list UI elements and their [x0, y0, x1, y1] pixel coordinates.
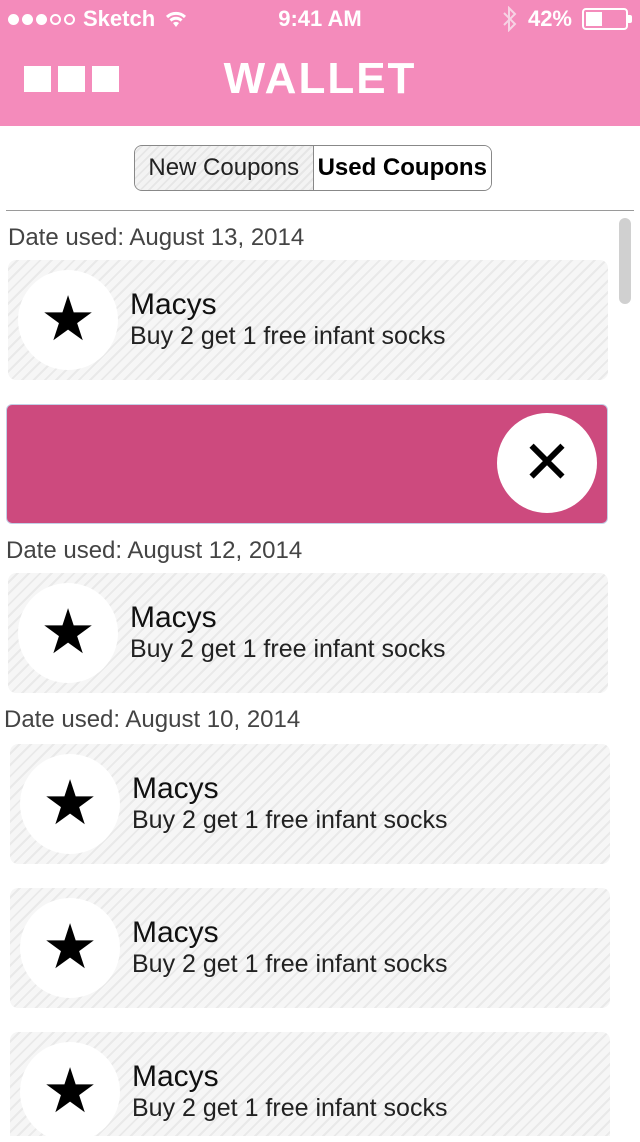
battery-icon: [582, 8, 632, 30]
date-used-label: Date used: August 12, 2014: [6, 537, 303, 564]
signal-dot: [22, 13, 33, 25]
coupon-store: Macys: [132, 916, 219, 949]
star-icon: ★: [42, 1057, 98, 1126]
tab-new-coupons[interactable]: New Coupons: [135, 146, 313, 190]
coupon-icon-circle: ★: [20, 1042, 120, 1142]
scrollbar[interactable]: [619, 218, 631, 304]
carrier-name: Sketch: [83, 6, 156, 31]
battery-fill: [586, 12, 602, 26]
star-icon: ★: [40, 285, 96, 354]
coupon-card[interactable]: ★ Macys Buy 2 get 1 free infant socks: [10, 744, 610, 864]
coupon-offer: Buy 2 get 1 free infant socks: [132, 1094, 448, 1122]
coupon-icon-circle: ★: [18, 270, 118, 370]
coupon-card[interactable]: ★ Macys Buy 2 get 1 free infant socks: [10, 1032, 610, 1142]
status-left: Sketch: [8, 6, 189, 32]
star-icon: ★: [42, 913, 98, 982]
date-used-label: Date used: August 10, 2014: [4, 706, 301, 733]
coupon-store: Macys: [130, 288, 217, 321]
status-right: 42%: [502, 6, 632, 32]
coupon-store: Macys: [132, 1060, 219, 1093]
signal-dot: [50, 13, 61, 25]
coupon-offer: Buy 2 get 1 free infant socks: [132, 806, 448, 834]
swiped-coupon-delete-row[interactable]: ✕: [6, 404, 608, 524]
delete-button[interactable]: ✕: [497, 413, 597, 513]
coupon-icon-circle: ★: [20, 898, 120, 998]
header-bar: Sketch 9:41 AM 42% WALLET: [0, 0, 640, 126]
bluetooth-icon: [503, 6, 517, 32]
close-icon: ✕: [521, 429, 573, 496]
divider: [6, 210, 634, 211]
signal-strength-icon: [8, 13, 75, 25]
coupon-offer: Buy 2 get 1 free infant socks: [130, 322, 446, 350]
coupon-type-segmented-control: New Coupons Used Coupons: [134, 145, 492, 191]
coupon-card[interactable]: ★ Macys Buy 2 get 1 free infant socks: [8, 260, 608, 380]
coupon-store: Macys: [132, 772, 219, 805]
signal-dot: [64, 13, 75, 25]
status-bar: Sketch 9:41 AM 42%: [0, 0, 640, 40]
battery-percent: 42%: [527, 6, 572, 31]
coupon-store: Macys: [130, 601, 217, 634]
star-icon: ★: [40, 598, 96, 667]
coupon-offer: Buy 2 get 1 free infant socks: [132, 950, 448, 978]
signal-dot: [36, 13, 47, 25]
star-icon: ★: [42, 769, 98, 838]
tab-used-coupons[interactable]: Used Coupons: [312, 146, 491, 190]
wifi-icon: [166, 11, 187, 27]
coupon-offer: Buy 2 get 1 free infant socks: [130, 635, 446, 663]
coupon-icon-circle: ★: [20, 754, 120, 854]
coupon-card[interactable]: ★ Macys Buy 2 get 1 free infant socks: [8, 573, 608, 693]
coupon-card[interactable]: ★ Macys Buy 2 get 1 free infant socks: [10, 888, 610, 1008]
date-used-label: Date used: August 13, 2014: [8, 224, 305, 251]
signal-dot: [8, 13, 19, 25]
coupon-icon-circle: ★: [18, 583, 118, 683]
page-title: WALLET: [223, 54, 417, 103]
